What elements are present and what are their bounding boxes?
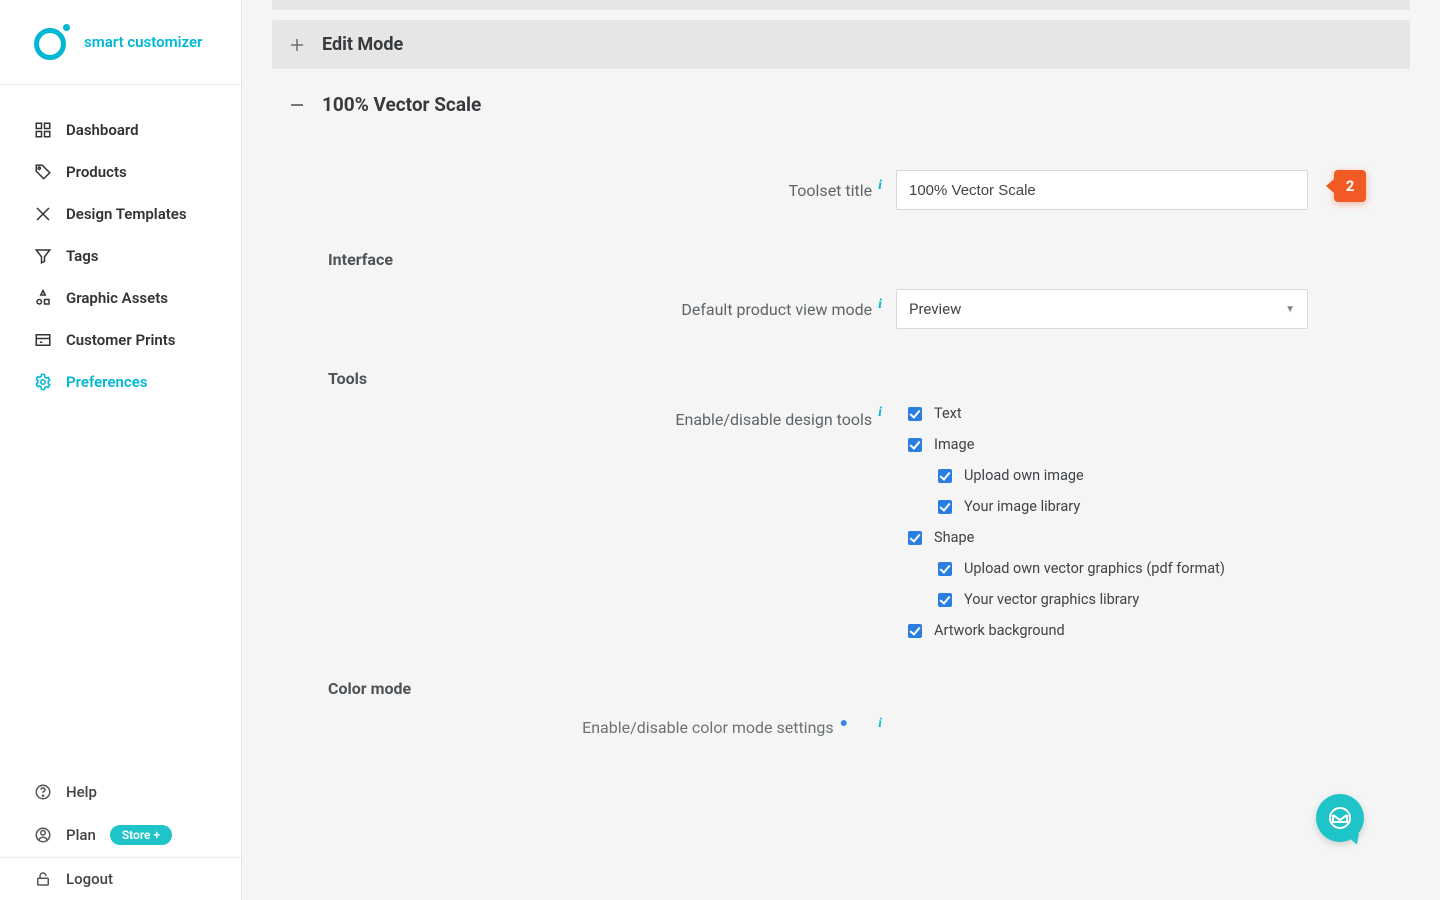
logo[interactable]: smart customizer bbox=[0, 0, 241, 84]
checkbox-artwork-background[interactable] bbox=[908, 624, 922, 638]
section-header-tools: Tools bbox=[328, 369, 1410, 388]
sidebar-item-label: Dashboard bbox=[66, 121, 139, 139]
sidebar-item-dashboard[interactable]: Dashboard bbox=[0, 109, 241, 151]
checkbox-image[interactable] bbox=[908, 438, 922, 452]
checkbox-label: Image bbox=[934, 436, 974, 453]
checkbox-upload-own-image[interactable] bbox=[938, 469, 952, 483]
gear-icon bbox=[34, 373, 52, 391]
design-tools-checklist: Text Image Upload own image Your image l… bbox=[272, 401, 1410, 639]
info-icon[interactable]: i bbox=[878, 717, 882, 731]
field-label: Enable/disable design tools bbox=[675, 410, 872, 429]
info-icon[interactable]: i bbox=[878, 179, 882, 193]
checkbox-shape[interactable] bbox=[908, 531, 922, 545]
minus-icon bbox=[288, 96, 306, 114]
sidebar-item-graphic-assets[interactable]: Graphic Assets bbox=[0, 277, 241, 319]
main-content: Edit Mode 100% Vector Scale Toolset titl… bbox=[242, 0, 1440, 900]
sidebar-item-products[interactable]: Products bbox=[0, 151, 241, 193]
checkbox-label: Upload own vector graphics (pdf format) bbox=[964, 560, 1225, 577]
accordion-edit-mode[interactable]: Edit Mode bbox=[272, 20, 1410, 69]
chevron-down-icon: ▼ bbox=[1285, 304, 1295, 315]
info-icon[interactable]: ● bbox=[840, 717, 848, 731]
checkbox-text[interactable] bbox=[908, 407, 922, 421]
sidebar-nav: Dashboard Products Design Templates Tags bbox=[0, 85, 241, 427]
accordion-body: Toolset title i 2 Interface Default prod… bbox=[272, 170, 1410, 787]
sidebar-item-design-templates[interactable]: Design Templates bbox=[0, 193, 241, 235]
prints-icon bbox=[34, 331, 52, 349]
sidebar-item-preferences[interactable]: Preferences bbox=[0, 361, 241, 403]
sidebar-item-logout[interactable]: Logout bbox=[0, 858, 241, 900]
info-icon[interactable]: i bbox=[878, 298, 882, 312]
checkbox-vector-library[interactable] bbox=[938, 593, 952, 607]
sidebar-item-label: Preferences bbox=[66, 373, 148, 391]
sidebar: smart customizer Dashboard Products De bbox=[0, 0, 242, 900]
checkbox-label: Artwork background bbox=[934, 622, 1065, 639]
field-label: Enable/disable color mode settings bbox=[582, 718, 834, 737]
section-header-color-mode: Color mode bbox=[328, 679, 1410, 698]
plus-icon bbox=[288, 36, 306, 54]
dashboard-icon bbox=[34, 121, 52, 139]
select-value: Preview bbox=[909, 300, 961, 318]
plan-badge: Store + bbox=[110, 825, 172, 845]
section-header-interface: Interface bbox=[328, 250, 1410, 269]
chat-button[interactable] bbox=[1316, 794, 1364, 842]
toolset-title-input[interactable] bbox=[896, 170, 1308, 210]
help-icon bbox=[34, 783, 52, 801]
logo-text: smart customizer bbox=[84, 33, 202, 51]
sidebar-item-label: Design Templates bbox=[66, 205, 187, 223]
sidebar-item-label: Tags bbox=[66, 247, 99, 265]
user-icon bbox=[34, 826, 52, 844]
step-badge: 2 bbox=[1334, 170, 1366, 202]
funnel-icon bbox=[34, 247, 52, 265]
sidebar-item-label: Customer Prints bbox=[66, 331, 176, 349]
sidebar-item-customer-prints[interactable]: Customer Prints bbox=[0, 319, 241, 361]
sidebar-item-tags[interactable]: Tags bbox=[0, 235, 241, 277]
checkbox-label: Your vector graphics library bbox=[964, 591, 1139, 608]
checkbox-label: Shape bbox=[934, 529, 974, 546]
sidebar-item-label: Logout bbox=[66, 870, 113, 888]
sidebar-item-help[interactable]: Help bbox=[0, 771, 241, 813]
assets-icon bbox=[34, 289, 52, 307]
checkbox-upload-own-vector[interactable] bbox=[938, 562, 952, 576]
view-mode-select[interactable]: Preview ▼ bbox=[896, 289, 1308, 329]
checkbox-image-library[interactable] bbox=[938, 500, 952, 514]
logo-icon bbox=[34, 24, 70, 60]
accordion-title: Edit Mode bbox=[322, 34, 403, 55]
sidebar-item-label: Products bbox=[66, 163, 127, 181]
prev-accordion-tail bbox=[272, 0, 1410, 10]
field-label: Default product view mode bbox=[681, 300, 872, 319]
accordion-vector-scale[interactable]: 100% Vector Scale bbox=[272, 79, 1410, 130]
checkbox-label: Your image library bbox=[964, 498, 1080, 515]
tag-icon bbox=[34, 163, 52, 181]
info-icon[interactable]: i bbox=[878, 406, 882, 420]
field-label: Toolset title bbox=[789, 181, 873, 200]
accordion-title: 100% Vector Scale bbox=[322, 93, 481, 116]
lock-icon bbox=[34, 870, 52, 888]
mail-icon bbox=[1328, 806, 1352, 830]
checkbox-label: Upload own image bbox=[964, 467, 1084, 484]
checkbox-label: Text bbox=[934, 405, 962, 422]
templates-icon bbox=[34, 205, 52, 223]
sidebar-item-label: Graphic Assets bbox=[66, 289, 168, 307]
sidebar-item-label: Help bbox=[66, 783, 97, 801]
sidebar-item-plan[interactable]: Plan Store + bbox=[0, 813, 241, 857]
sidebar-item-label: Plan bbox=[66, 826, 96, 844]
